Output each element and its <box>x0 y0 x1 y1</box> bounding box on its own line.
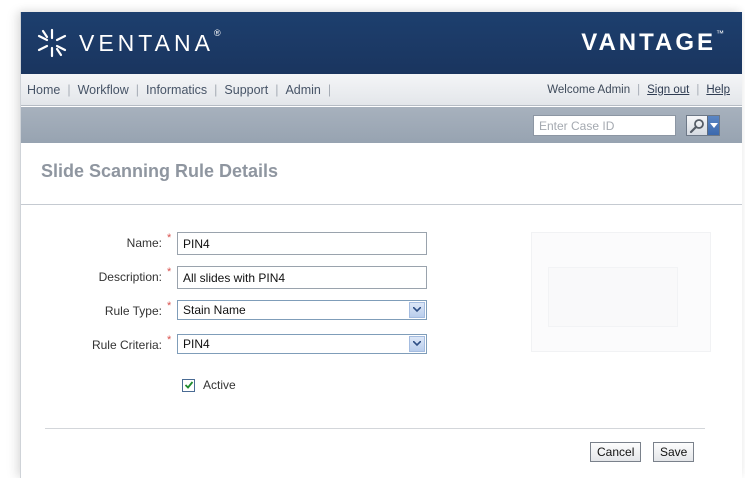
name-label: Name: <box>126 236 162 250</box>
cancel-button[interactable]: Cancel <box>590 442 642 462</box>
active-row: Active <box>182 378 236 392</box>
active-checkbox[interactable] <box>182 378 195 392</box>
nav-separator: | <box>214 82 218 97</box>
save-button[interactable]: Save <box>653 442 695 462</box>
description-field[interactable] <box>177 266 427 289</box>
check-icon <box>184 381 193 389</box>
active-label: Active <box>203 378 236 392</box>
case-id-input[interactable] <box>533 115 676 136</box>
nav-menu: Home | Workflow | Informatics | Support … <box>21 83 338 97</box>
nav-separator: | <box>275 82 279 97</box>
description-label: Description: <box>98 270 162 284</box>
page-title: Slide Scanning Rule Details <box>41 161 279 181</box>
nav-item-workflow[interactable]: Workflow <box>78 83 129 97</box>
form-divider <box>45 428 705 429</box>
help-link[interactable]: Help <box>706 84 730 96</box>
nav-separator: | <box>696 83 700 96</box>
ventana-logo: VENTANA® <box>35 26 221 60</box>
rule-details-form: Name: * Description: * Rule Type: * Stai… <box>21 206 742 478</box>
nav-separator: | <box>637 83 641 96</box>
app-header: VENTANA® VANTAGE™ <box>21 12 742 74</box>
required-mark: * <box>167 300 172 312</box>
rule-type-label: Rule Type: <box>104 304 162 318</box>
brand-ventana: VENTANA® <box>79 27 221 56</box>
sign-out-link[interactable]: Sign out <box>647 84 689 96</box>
user-menu: Welcome Admin | Sign out | Help <box>547 84 742 96</box>
page-title-bar: Slide Scanning Rule Details <box>21 143 742 205</box>
chevron-down-icon[interactable] <box>409 302 425 318</box>
chevron-down-icon[interactable] <box>409 336 425 352</box>
rule-criteria-value: PIN4 <box>183 337 210 351</box>
nav-item-home[interactable]: Home <box>27 83 60 97</box>
rule-type-value: Stain Name <box>183 303 246 317</box>
nav-separator: | <box>67 82 71 97</box>
rule-type-row: Rule Type: * Stain Name <box>21 300 742 324</box>
ventana-star-icon <box>37 28 67 58</box>
nav-item-support[interactable]: Support <box>224 83 268 97</box>
search-icon <box>689 118 704 133</box>
description-row: Description: * <box>21 266 742 290</box>
rule-type-select[interactable]: Stain Name <box>177 300 427 320</box>
main-nav: Home | Workflow | Informatics | Support … <box>21 74 742 106</box>
nav-separator: | <box>327 82 332 97</box>
required-mark: * <box>167 232 172 244</box>
nav-separator: | <box>135 82 140 97</box>
chevron-down-icon[interactable] <box>707 116 719 135</box>
name-field[interactable] <box>177 232 427 255</box>
rule-criteria-label: Rule Criteria: <box>91 338 162 352</box>
brand-vantage: VANTAGE™ <box>581 29 724 56</box>
name-row: Name: * <box>21 232 742 256</box>
nav-item-admin[interactable]: Admin <box>285 83 320 97</box>
app-window: VENTANA® VANTAGE™ Home | Workflow | Info… <box>20 12 742 478</box>
case-search-button[interactable] <box>686 115 720 136</box>
rule-criteria-select[interactable]: PIN4 <box>177 334 427 354</box>
required-mark: * <box>167 266 172 278</box>
welcome-text: Welcome Admin <box>547 83 631 96</box>
required-mark: * <box>167 334 172 346</box>
nav-item-informatics[interactable]: Informatics <box>146 83 207 97</box>
search-toolbar <box>21 107 742 143</box>
rule-criteria-row: Rule Criteria: * PIN4 <box>21 334 742 358</box>
